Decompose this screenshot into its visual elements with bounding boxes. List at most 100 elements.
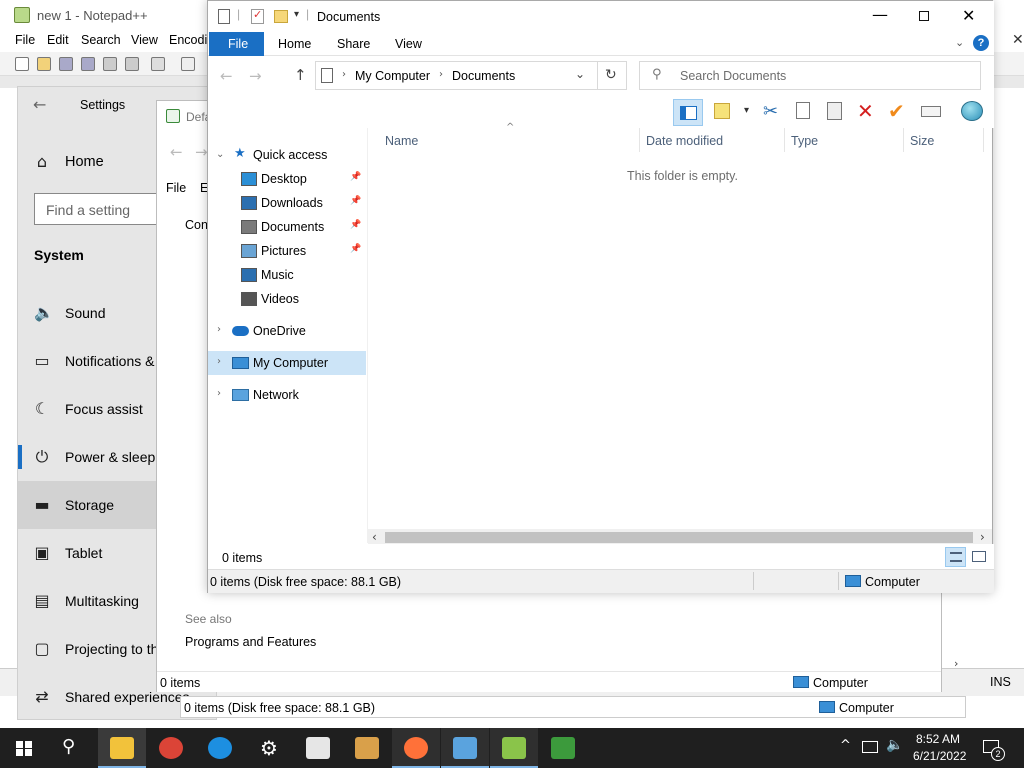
dp-menu-file[interactable]: File [166,181,186,195]
expanded-chevron-icon[interactable]: ⌄ [216,149,224,160]
pin-icon[interactable]: 📌 [350,196,361,206]
action-center-button[interactable]: 2 [980,736,1005,761]
rename-icon[interactable] [921,106,941,117]
taskbar-firefox-button[interactable] [392,728,440,768]
dp-programs-features-link[interactable]: Programs and Features [185,635,316,649]
clock-time[interactable]: 8:52 AM [916,732,960,746]
new-note-dropdown-icon[interactable]: ▾ [744,105,749,116]
scroll-right-icon[interactable]: › [980,530,985,544]
paste-icon[interactable] [827,102,842,120]
properties-icon[interactable] [218,9,230,24]
nav-videos[interactable]: Videos [208,287,366,311]
notepad-menu-search[interactable]: Search [81,33,121,47]
preview-pane-button[interactable] [673,99,703,126]
clock-date[interactable]: 6/21/2022 [913,749,966,763]
tab-home[interactable]: Home [278,37,311,51]
notepad-menu-encoding[interactable]: Encodi [169,33,207,47]
column-header-type[interactable]: Type [791,134,818,148]
dp-scroll-right-icon[interactable]: › [954,657,958,670]
forward-icon[interactable]: → [249,67,262,85]
notepad-menu-view[interactable]: View [131,33,158,47]
save-all-icon[interactable] [81,57,95,71]
minimize-icon[interactable]: — [872,5,888,24]
pin-icon[interactable]: 📌 [350,244,361,254]
pin-icon[interactable]: 📌 [350,220,361,230]
videos-icon [241,292,257,306]
back-icon[interactable]: ← [220,67,233,85]
nav-my-computer[interactable]: › My Computer [208,351,366,375]
apply-check-icon[interactable]: ✔ [888,99,905,123]
show-hidden-icons-icon[interactable]: ^ [840,738,851,753]
volume-icon[interactable]: 🔈 [886,737,903,753]
tab-view[interactable]: View [395,37,422,51]
details-view-button[interactable] [945,547,966,567]
new-file-icon[interactable] [15,57,29,71]
breadcrumb-my-computer[interactable]: My Computer [355,69,430,83]
nav-quick-access[interactable]: ⌄ ★ Quick access [208,143,366,167]
breadcrumb-documents[interactable]: Documents [452,69,515,83]
start-button[interactable] [0,728,48,768]
notepad-menu-file[interactable]: File [15,33,35,47]
dp-back-icon[interactable]: ← [170,143,183,161]
scrollbar-thumb[interactable] [385,532,973,543]
taskbar-search-button[interactable]: ⚲ [48,728,96,768]
address-bar[interactable]: › My Computer › Documents ⌄ ↻ [315,61,627,90]
maximize-icon[interactable] [919,11,929,21]
customize-qat-icon[interactable]: ▾ [294,9,299,20]
taskbar-control-panel-button[interactable] [441,728,489,768]
dp-items-count: 0 items [160,676,201,690]
nav-music[interactable]: Music [208,263,366,287]
column-header-size[interactable]: Size [910,134,934,148]
breadcrumb-chevron-icon: › [439,69,443,80]
new-folder-icon[interactable] [274,10,288,23]
tab-file[interactable]: File [209,32,264,56]
nav-pictures[interactable]: Pictures 📌 [208,239,366,263]
taskbar-edge-button[interactable] [196,728,244,768]
cut-icon[interactable]: ✂ [763,101,778,122]
scroll-left-icon[interactable]: ‹ [372,530,377,544]
pin-icon[interactable]: 📌 [350,172,361,182]
new-note-icon[interactable] [714,103,730,119]
nav-desktop[interactable]: Desktop 📌 [208,167,366,191]
collapsed-chevron-icon[interactable]: › [217,324,221,335]
close-icon[interactable] [103,57,117,71]
column-header-name[interactable]: Name [385,134,418,148]
expand-ribbon-icon[interactable]: ⌄ [955,36,964,49]
help-icon[interactable]: ? [973,35,989,51]
taskbar-chrome-button[interactable] [147,728,195,768]
taskbar-paint-button[interactable] [343,728,391,768]
collapsed-chevron-icon[interactable]: › [217,356,221,367]
save-icon[interactable] [59,57,73,71]
up-icon[interactable]: ↑ [294,66,307,84]
copy-icon[interactable] [796,102,810,119]
dp-forward-icon[interactable]: → [195,143,208,161]
taskbar-settings-button[interactable]: ⚙ [245,728,293,768]
nav-onedrive[interactable]: › OneDrive [208,319,366,343]
taskbar-frog-button[interactable] [539,728,587,768]
taskbar-7zip-button[interactable] [294,728,342,768]
nav-network[interactable]: › Network [208,383,366,407]
nav-downloads[interactable]: Downloads 📌 [208,191,366,215]
taskbar-notepadpp-button[interactable] [490,728,538,768]
nav-documents[interactable]: Documents 📌 [208,215,366,239]
close-window-icon[interactable]: ✕ [962,6,975,25]
notepad-close-doc-icon[interactable]: ✕ [1012,32,1024,48]
cut-icon[interactable] [181,57,195,71]
network-globe-icon[interactable] [961,101,983,121]
close-all-icon[interactable] [125,57,139,71]
print-icon[interactable] [151,57,165,71]
address-dropdown-icon[interactable]: ⌄ [575,67,585,81]
notepad-menu-edit[interactable]: Edit [47,33,69,47]
refresh-icon[interactable]: ↻ [605,67,617,83]
column-header-date-modified[interactable]: Date modified [646,134,723,148]
checkmark-icon[interactable]: ✓ [251,8,264,24]
network-tray-icon[interactable] [862,741,878,753]
delete-icon[interactable]: ✕ [857,99,874,123]
search-input[interactable]: ⚲ Search Documents [639,61,981,90]
taskbar-file-explorer-button[interactable] [98,728,146,768]
open-file-icon[interactable] [37,57,51,71]
tab-share[interactable]: Share [337,37,370,51]
back-arrow-icon[interactable]: ← [33,95,46,114]
large-icons-view-icon[interactable] [972,551,986,562]
collapsed-chevron-icon[interactable]: › [217,388,221,399]
